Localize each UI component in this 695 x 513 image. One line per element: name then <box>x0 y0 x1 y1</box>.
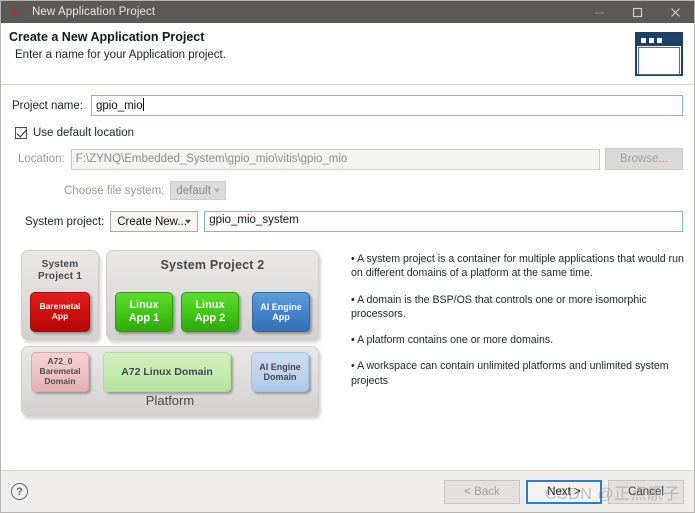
location-value: F:\ZYNQ\Embedded_System\gpio_mio\vitis\g… <box>75 152 348 165</box>
system-project-row: System project: Create New... gpio_mio_s… <box>12 211 683 232</box>
cancel-button[interactable]: Cancel <box>608 479 684 504</box>
ai-engine-domain-label-2: Domain <box>263 372 297 382</box>
linux-app-2-label-1: Linux <box>195 299 225 312</box>
bullet-platform: • A platform contains one or more domain… <box>351 334 554 347</box>
baremetal-app-label-2: App <box>51 311 69 321</box>
new-application-project-dialog: New Application Project Create a New App… <box>0 0 695 513</box>
ai-engine-domain-chip: AI Engine Domain <box>251 352 309 392</box>
page-title: Create a New Application Project <box>9 30 205 44</box>
linux-app-1-label-2: App 1 <box>128 312 160 324</box>
window-titlebar: New Application Project <box>1 1 694 23</box>
linux-app-1-label-1: Linux <box>129 299 159 312</box>
a72-linux-domain-label: A72 Linux Domain <box>121 365 213 378</box>
minimize-button[interactable] <box>580 1 618 23</box>
new-project-wizard-icon <box>635 32 683 76</box>
file-system-value: default <box>176 184 211 197</box>
project-name-value: gpio_mio <box>95 100 143 112</box>
browse-button: Browse... <box>605 148 683 170</box>
ai-engine-domain-label-1: AI Engine <box>259 361 301 372</box>
system-project-name-input[interactable]: gpio_mio_system <box>204 211 683 232</box>
project-name-label: Project name: <box>12 99 83 112</box>
platform-title: Platform <box>145 393 195 408</box>
system-project-1-title: System Project 1 <box>37 259 83 282</box>
chevron-down-icon <box>185 219 192 224</box>
wizard-header: Create a New Application Project Enter a… <box>1 23 694 85</box>
text-caret <box>142 98 144 111</box>
dialog-footer: ? < Back Next > Cancel CSDN @正点原子 <box>1 470 694 512</box>
use-default-location-label: Use default location <box>33 127 135 139</box>
vitis-checkmark-icon <box>6 1 28 23</box>
next-button[interactable]: Next > <box>526 479 602 504</box>
a72-linux-domain-chip: A72 Linux Domain <box>103 352 231 392</box>
use-default-location-row[interactable]: Use default location <box>12 127 683 139</box>
baremetal-app-chip: Baremetal App <box>30 292 90 332</box>
linux-app-1-chip: Linux App 1 <box>115 292 173 332</box>
system-project-value: Create New... <box>117 215 187 228</box>
bullet-system-project: • A system project is a container for mu… <box>351 253 684 280</box>
choose-file-system-label: Choose file system: <box>64 184 165 197</box>
project-name-row: Project name: gpio_mio <box>12 95 683 116</box>
info-bullets: • A system project is a container for mu… <box>351 246 684 426</box>
choose-file-system-row: Choose file system: default <box>12 181 683 200</box>
maximize-button[interactable] <box>618 1 656 23</box>
ai-engine-app-label-1: AI Engine <box>260 301 302 312</box>
bullet-domain: • A domain is the BSP/OS that controls o… <box>351 293 647 320</box>
page-subtitle: Enter a name for your Application projec… <box>15 49 226 61</box>
ai-engine-app-chip: AI Engine App <box>252 292 310 332</box>
system-project-name-value: gpio_mio_system <box>209 214 299 226</box>
location-row: Location: F:\ZYNQ\Embedded_System\gpio_m… <box>12 148 683 170</box>
chevron-down-icon <box>214 188 221 193</box>
linux-app-2-chip: Linux App 2 <box>181 292 239 332</box>
location-field: F:\ZYNQ\Embedded_System\gpio_mio\vitis\g… <box>70 148 600 170</box>
back-button: < Back <box>444 479 520 504</box>
project-name-input[interactable]: gpio_mio <box>90 95 683 116</box>
ai-engine-app-label-2: App <box>272 312 290 322</box>
bullet-workspace: • A workspace can contain unlimited plat… <box>351 360 669 387</box>
a72-baremetal-domain-chip: A72_0 Baremetal Domain <box>31 352 89 392</box>
project-form: Project name: gpio_mio Use default locat… <box>1 85 694 232</box>
system-project-label: System project: <box>25 215 105 228</box>
use-default-location-checkbox[interactable] <box>15 127 27 139</box>
location-label: Location: <box>18 153 65 165</box>
footer-buttons: < Back Next > Cancel CSDN @正点原子 <box>444 479 684 504</box>
illustration-area: System Project 1 Baremetal App System Pr… <box>1 238 694 426</box>
linux-app-2-label-2: App 2 <box>194 312 226 324</box>
close-button[interactable] <box>656 1 694 23</box>
system-project-2-title: System Project 2 <box>160 258 265 272</box>
system-project-select[interactable]: Create New... <box>110 211 199 232</box>
file-system-select: default <box>170 181 227 200</box>
window-controls <box>580 1 694 23</box>
a72-baremetal-domain-label-3: Domain <box>44 375 76 386</box>
help-icon[interactable]: ? <box>11 483 28 500</box>
platform-diagram: System Project 1 Baremetal App System Pr… <box>11 246 341 426</box>
window-title: New Application Project <box>32 6 156 18</box>
